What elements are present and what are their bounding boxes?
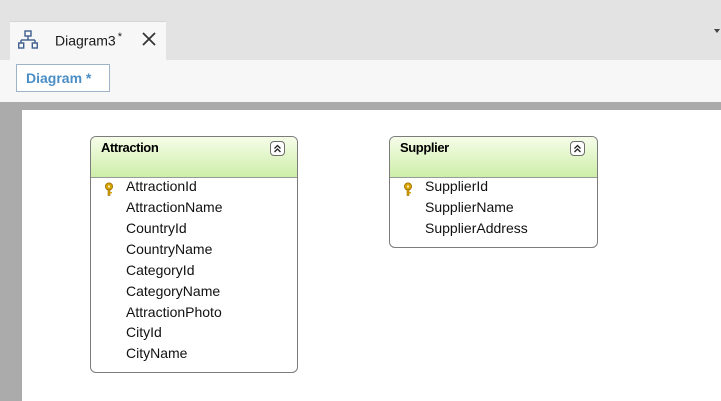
entity-header: Attraction xyxy=(91,137,297,178)
attribute-category-name[interactable]: CategoryName xyxy=(126,283,220,299)
document-tab-bar: Diagram3 * xyxy=(0,0,721,60)
attribute-attraction-name[interactable]: AttractionName xyxy=(126,199,222,215)
chevron-up-double-icon xyxy=(574,144,581,153)
collapse-button[interactable] xyxy=(270,141,285,156)
diagram-icon xyxy=(18,30,38,49)
key-icon xyxy=(105,182,113,196)
entity-attraction[interactable]: Attraction AttractionId AttractionName C… xyxy=(90,136,298,373)
attribute-supplier-name[interactable]: SupplierName xyxy=(425,199,514,215)
attribute-supplier-id[interactable]: SupplierId xyxy=(425,178,488,194)
tab-overflow-chevron-icon[interactable] xyxy=(712,25,721,35)
attribute-country-id[interactable]: CountryId xyxy=(126,220,187,236)
entity-supplier[interactable]: Supplier SupplierId SupplierName Supplie… xyxy=(389,136,598,248)
modified-marker: * xyxy=(117,31,122,43)
attribute-city-name[interactable]: CityName xyxy=(126,345,187,361)
attribute-category-id[interactable]: CategoryId xyxy=(126,262,194,278)
tab-diagram3[interactable]: Diagram3 * xyxy=(10,21,166,60)
entity-title: Supplier xyxy=(400,140,449,155)
key-icon xyxy=(404,182,412,196)
entity-title: Attraction xyxy=(101,140,159,155)
tab-title-text: Diagram3 xyxy=(55,32,116,49)
chevron-up-double-icon xyxy=(274,144,281,153)
diagram-canvas[interactable]: Attraction AttractionId AttractionName C… xyxy=(22,110,721,401)
collapse-button[interactable] xyxy=(570,141,585,156)
tab-title: Diagram3 * xyxy=(55,31,122,49)
attribute-supplier-address[interactable]: SupplierAddress xyxy=(425,220,528,236)
attribute-country-name[interactable]: CountryName xyxy=(126,241,212,257)
close-icon[interactable] xyxy=(140,30,158,48)
attribute-attraction-photo[interactable]: AttractionPhoto xyxy=(126,304,222,320)
attribute-city-id[interactable]: CityId xyxy=(126,324,162,340)
view-tab-strip: Diagram * xyxy=(0,60,721,102)
attribute-attraction-id[interactable]: AttractionId xyxy=(126,178,197,194)
entity-header: Supplier xyxy=(390,137,597,178)
tab-diagram-view[interactable]: Diagram * xyxy=(16,64,110,92)
